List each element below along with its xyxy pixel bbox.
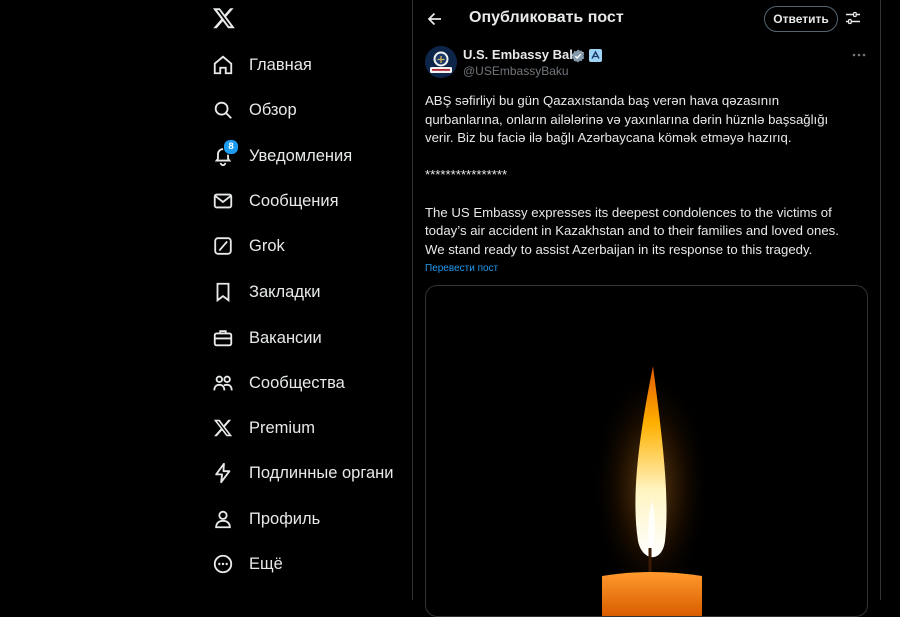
sidebar-item-label: Вакансии — [249, 328, 322, 347]
x-logo-icon[interactable] — [212, 6, 236, 30]
author-name[interactable]: U.S. Embassy Baku — [463, 47, 584, 62]
people-icon — [212, 372, 234, 394]
sidebar-item-notifications[interactable]: 8 Уведомления — [212, 139, 412, 173]
sidebar-item-profile[interactable]: Профиль — [212, 502, 412, 536]
grok-icon — [212, 235, 234, 257]
sidebar-item-explore[interactable]: Обзор — [212, 93, 412, 127]
sidebar: Главная Обзор 8 Уведомления Сообщения Gr… — [200, 0, 412, 600]
sidebar-item-label: Сообщества — [249, 373, 345, 392]
post-text-separator: **************** — [425, 167, 508, 183]
more-options-icon[interactable] — [851, 48, 867, 62]
sidebar-item-label: Уведомления — [249, 146, 353, 165]
lightning-icon — [212, 462, 234, 484]
post-media-image[interactable] — [425, 285, 868, 617]
sliders-icon[interactable] — [845, 10, 861, 26]
post-header: Опубликовать пост Ответить — [413, 0, 880, 38]
sidebar-item-bookmarks[interactable]: Закладки — [212, 275, 412, 309]
translate-post-link[interactable]: Перевести пост — [425, 263, 498, 274]
author-handle[interactable]: @USEmbassyBaku — [463, 64, 569, 78]
sidebar-item-verified-orgs[interactable]: Подлинные органи — [212, 456, 412, 490]
sidebar-item-label: Профиль — [249, 509, 321, 528]
sidebar-item-messages[interactable]: Сообщения — [212, 184, 412, 218]
more-circle-icon — [212, 553, 234, 575]
home-icon — [212, 54, 234, 76]
post-detail-column: Опубликовать пост Ответить U.S. Embassy … — [412, 0, 881, 617]
post-text-azerbaijani: ABŞ səfirliyi bu gün Qazaxıstanda baş ve… — [425, 93, 829, 146]
back-arrow-icon[interactable] — [425, 9, 445, 29]
x-logo-icon — [212, 417, 234, 439]
sidebar-item-premium[interactable]: Premium — [212, 411, 412, 445]
sidebar-item-label: Закладки — [249, 282, 321, 301]
affiliation-badge-icon — [589, 49, 602, 62]
reply-button[interactable]: Ответить — [764, 6, 838, 32]
bookmark-icon — [212, 281, 234, 303]
post-text-english: The US Embassy expresses its deepest con… — [425, 204, 839, 257]
person-icon — [212, 508, 234, 530]
search-icon — [212, 99, 234, 121]
sidebar-item-home[interactable]: Главная — [212, 48, 412, 82]
avatar[interactable] — [425, 46, 457, 78]
sidebar-item-label: Сообщения — [249, 191, 339, 210]
candle-flame-image — [591, 366, 711, 616]
page-title: Опубликовать пост — [469, 9, 624, 26]
verified-badge-icon — [571, 49, 585, 63]
sidebar-item-label: Обзор — [249, 100, 297, 119]
briefcase-icon — [212, 327, 234, 349]
envelope-icon — [212, 190, 234, 212]
post-text: ABŞ səfirliyi bu gün Qazaxıstanda baş ve… — [425, 92, 857, 259]
sidebar-item-label: Подлинные органи — [249, 463, 394, 482]
sidebar-item-communities[interactable]: Сообщества — [212, 366, 412, 400]
sidebar-item-label: Ещё — [249, 554, 283, 573]
sidebar-item-grok[interactable]: Grok — [212, 229, 412, 263]
sidebar-item-label: Главная — [249, 55, 312, 74]
sidebar-item-label: Grok — [249, 236, 285, 255]
sidebar-item-jobs[interactable]: Вакансии — [212, 321, 412, 355]
notification-badge: 8 — [223, 139, 239, 155]
sidebar-item-more[interactable]: Ещё — [212, 547, 412, 581]
bell-icon: 8 — [212, 139, 239, 167]
sidebar-item-label: Premium — [249, 418, 316, 437]
